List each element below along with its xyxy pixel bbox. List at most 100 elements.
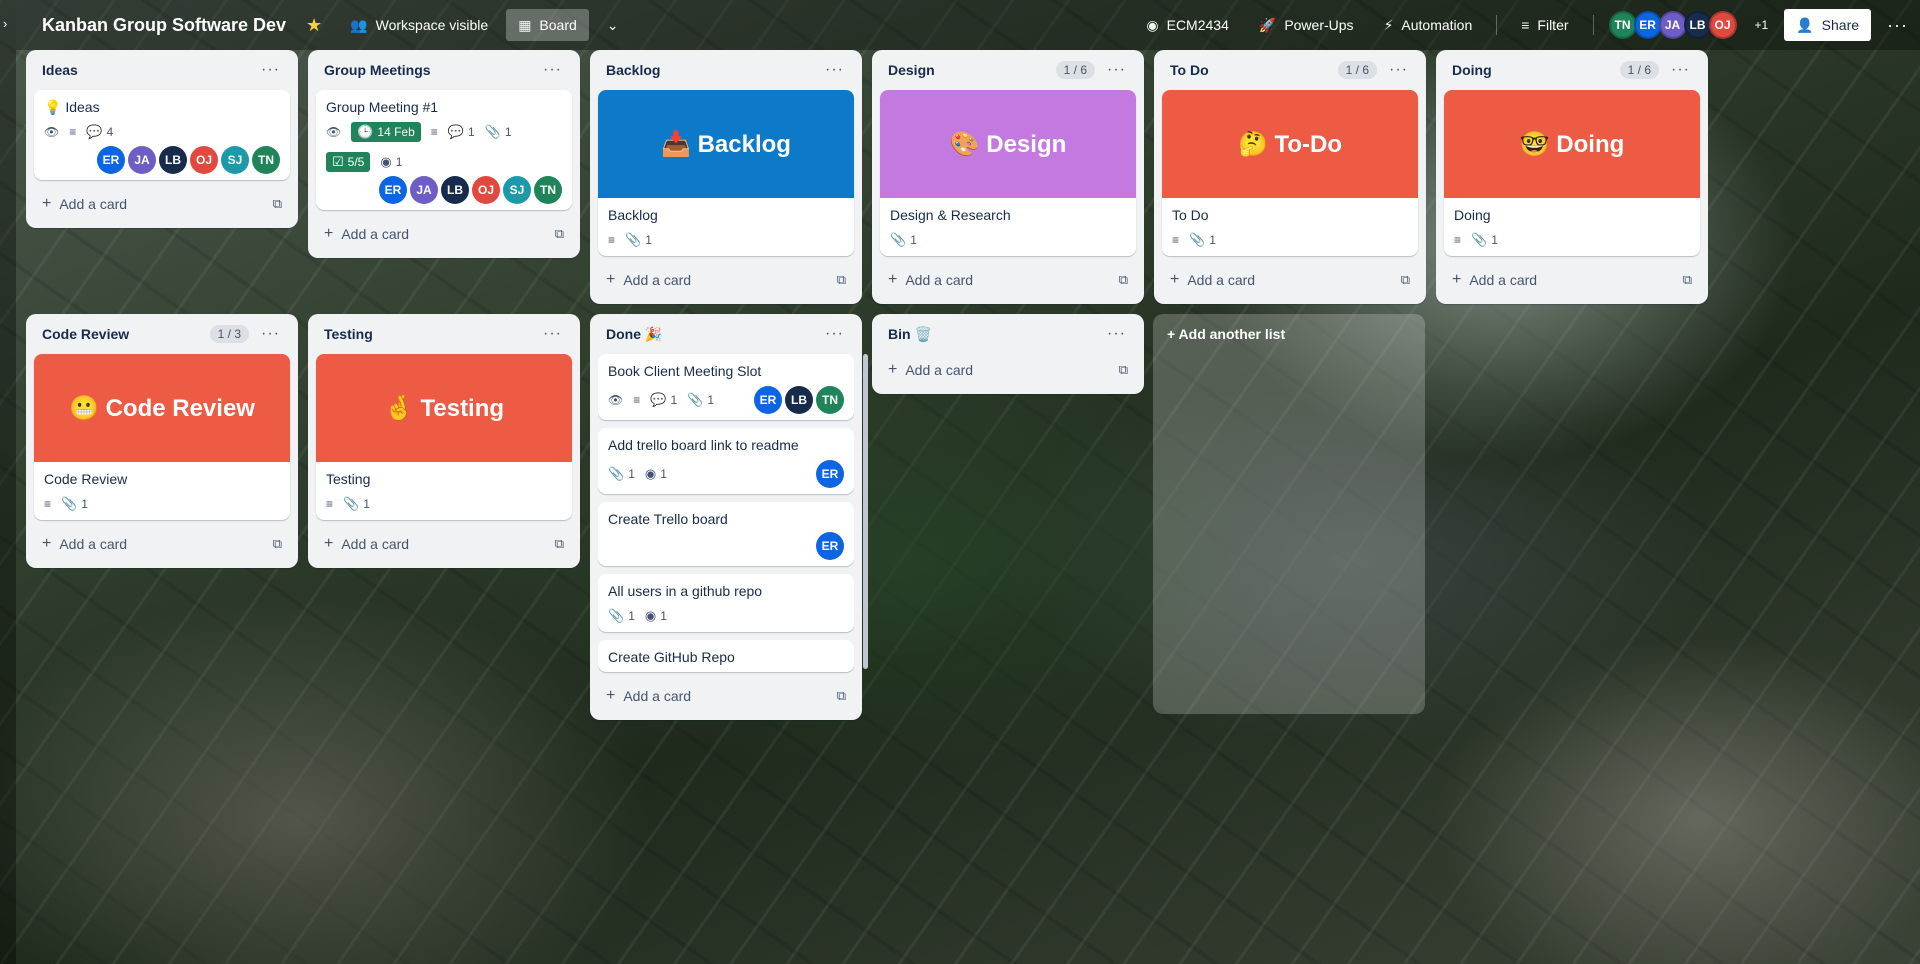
avatar[interactable]: ER (754, 386, 782, 414)
share-button[interactable]: 👤 Share (1784, 9, 1872, 41)
due-date-badge[interactable]: 🕒 14 Feb (351, 122, 421, 142)
list-header[interactable]: Bin 🗑️ ··· (880, 314, 1136, 354)
card[interactable]: Create GitHub Repo (598, 640, 854, 672)
card[interactable]: 🎨 Design Design & Research 📎 1 (880, 90, 1136, 256)
list-menu-icon[interactable]: ··· (537, 61, 568, 79)
avatar[interactable]: TN (534, 176, 562, 204)
list-header[interactable]: Testing ··· (316, 314, 572, 354)
list-menu-icon[interactable]: ··· (537, 325, 568, 343)
avatar[interactable]: LB (785, 386, 813, 414)
list-header[interactable]: Doing 1 / 6 ··· (1444, 50, 1700, 90)
card[interactable]: 💡 Ideas 👁 ≡ 💬 4 ER JA LB OJ SJ TN (34, 90, 290, 180)
template-icon[interactable]: ⧉ (273, 196, 282, 212)
avatar[interactable]: OJ (472, 176, 500, 204)
card[interactable]: Book Client Meeting Slot 👁 ≡ 💬 1 📎 1 ER LB… (598, 354, 854, 420)
list-title[interactable]: Code Review (42, 326, 210, 342)
add-another-list-button[interactable]: + Add another list (1153, 314, 1425, 714)
avatar[interactable]: ER (1633, 11, 1662, 39)
avatar[interactable]: ER (379, 176, 407, 204)
add-card-button[interactable]: + Add a card ⧉ (880, 264, 1136, 296)
add-card-button[interactable]: + Add a card ⧉ (316, 528, 572, 560)
powerups-button[interactable]: 🚀 Power-Ups (1247, 9, 1366, 41)
view-switcher-button[interactable]: ⌄ (595, 9, 631, 41)
board-members[interactable]: TN ER JA LB OJ (1608, 11, 1737, 39)
add-card-button[interactable]: + Add a card ⧉ (34, 528, 290, 560)
avatar[interactable]: ER (816, 460, 844, 488)
list-menu-icon[interactable]: ··· (1383, 61, 1414, 79)
list-title[interactable]: Done 🎉 (606, 326, 819, 343)
template-icon[interactable]: ⧉ (1401, 272, 1410, 288)
list-header[interactable]: Done 🎉 ··· (598, 314, 854, 354)
filter-button[interactable]: ≡ Filter (1509, 9, 1580, 41)
automation-button[interactable]: ⚡ Automation (1372, 9, 1485, 41)
more-options-icon[interactable]: ··· (1887, 15, 1908, 36)
list-header[interactable]: To Do 1 / 6 ··· (1162, 50, 1418, 90)
avatar[interactable]: TN (816, 386, 844, 414)
board-view-button[interactable]: ▦ Board (506, 9, 589, 41)
add-card-button[interactable]: + Add a card ⧉ (34, 188, 290, 220)
list-title[interactable]: Doing (1452, 62, 1620, 78)
template-icon[interactable]: ⧉ (1119, 272, 1128, 288)
star-icon[interactable]: ★ (306, 15, 322, 36)
avatar[interactable]: JA (128, 146, 156, 174)
list-title[interactable]: Ideas (42, 62, 255, 78)
template-icon[interactable]: ⧉ (555, 536, 564, 552)
add-card-button[interactable]: + Add a card ⧉ (1162, 264, 1418, 296)
avatar[interactable]: ER (97, 146, 125, 174)
list-header[interactable]: Design 1 / 6 ··· (880, 50, 1136, 90)
list-menu-icon[interactable]: ··· (255, 325, 286, 343)
template-icon[interactable]: ⧉ (1683, 272, 1692, 288)
done-cards-scroll[interactable]: Book Client Meeting Slot 👁 ≡ 💬 1 📎 1 ER LB… (598, 354, 854, 680)
list-title[interactable]: Backlog (606, 62, 819, 78)
add-card-button[interactable]: + Add a card ⧉ (1444, 264, 1700, 296)
github-powerup-button[interactable]: ◉ ECM2434 (1134, 9, 1240, 41)
list-title[interactable]: Testing (324, 326, 537, 342)
card[interactable]: 🤓 Doing Doing ≡ 📎 1 (1444, 90, 1700, 256)
add-card-button[interactable]: + Add a card ⧉ (598, 264, 854, 296)
list-header[interactable]: Code Review 1 / 3 ··· (34, 314, 290, 354)
template-icon[interactable]: ⧉ (837, 688, 846, 704)
avatar[interactable]: ER (816, 532, 844, 560)
list-menu-icon[interactable]: ··· (1101, 61, 1132, 79)
avatar[interactable]: TN (252, 146, 280, 174)
left-rail[interactable]: › (0, 0, 16, 964)
template-icon[interactable]: ⧉ (1119, 362, 1128, 378)
template-icon[interactable]: ⧉ (555, 226, 564, 242)
template-icon[interactable]: ⧉ (837, 272, 846, 288)
list-menu-icon[interactable]: ··· (1665, 61, 1696, 79)
list-title[interactable]: To Do (1170, 62, 1338, 78)
add-card-button[interactable]: + Add a card ⧉ (598, 680, 854, 712)
card[interactable]: All users in a github repo 📎 1 ◉ 1 (598, 574, 854, 632)
list-menu-icon[interactable]: ··· (1101, 325, 1132, 343)
list-header[interactable]: Backlog ··· (598, 50, 854, 90)
list-header[interactable]: Ideas ··· (34, 50, 290, 90)
list-title[interactable]: Group Meetings (324, 62, 537, 78)
card[interactable]: 📥 Backlog Backlog ≡ 📎 1 (598, 90, 854, 256)
card[interactable]: Create Trello board ER (598, 502, 854, 566)
avatar[interactable]: LB (441, 176, 469, 204)
avatar[interactable]: LB (159, 146, 187, 174)
avatar[interactable]: OJ (190, 146, 218, 174)
card[interactable]: 🤞 Testing Testing ≡ 📎 1 (316, 354, 572, 520)
card[interactable]: 😬 Code Review Code Review ≡ 📎 1 (34, 354, 290, 520)
avatar[interactable]: LB (1683, 11, 1712, 39)
add-card-button[interactable]: + Add a card ⧉ (316, 218, 572, 250)
list-menu-icon[interactable]: ··· (255, 61, 286, 79)
list-menu-icon[interactable]: ··· (819, 325, 850, 343)
card[interactable]: Add trello board link to readme 📎 1 ◉ 1 ER (598, 428, 854, 494)
card[interactable]: 🤔 To-Do To Do ≡ 📎 1 (1162, 90, 1418, 256)
list-header[interactable]: Group Meetings ··· (316, 50, 572, 90)
template-icon[interactable]: ⧉ (273, 536, 282, 552)
add-card-button[interactable]: + Add a card ⧉ (880, 354, 1136, 386)
avatar[interactable]: JA (410, 176, 438, 204)
list-menu-icon[interactable]: ··· (819, 61, 850, 79)
list-title[interactable]: Design (888, 62, 1056, 78)
avatar[interactable]: JA (1658, 11, 1687, 39)
avatar[interactable]: SJ (503, 176, 531, 204)
list-title[interactable]: Bin 🗑️ (888, 326, 1101, 343)
visibility-button[interactable]: 👥 Workspace visible (338, 9, 500, 41)
list-scrollbar[interactable] (863, 354, 868, 669)
avatar[interactable]: TN (1608, 11, 1637, 39)
avatar[interactable]: OJ (1708, 11, 1737, 39)
avatar[interactable]: SJ (221, 146, 249, 174)
